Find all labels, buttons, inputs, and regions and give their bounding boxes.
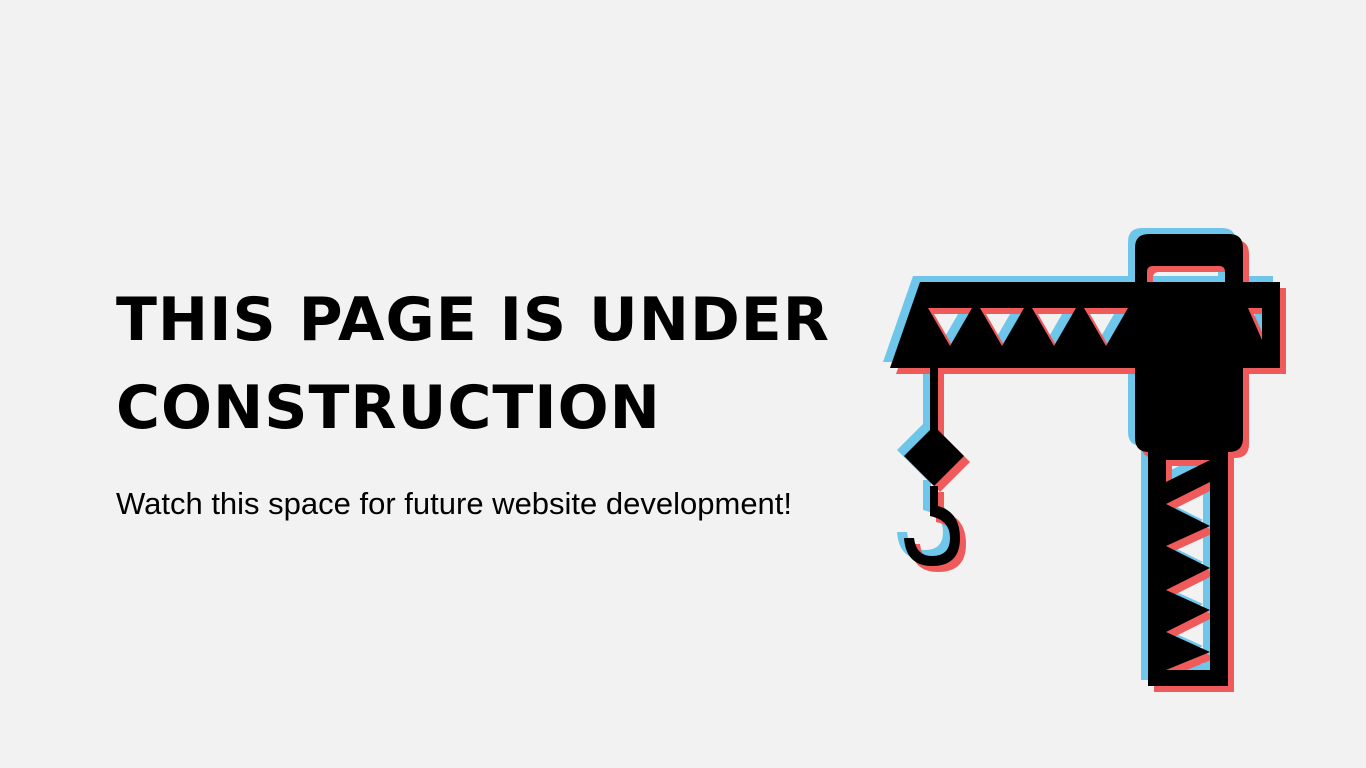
page-title: THIS PAGE IS UNDER CONSTRUCTION	[116, 276, 856, 452]
under-construction-page: THIS PAGE IS UNDER CONSTRUCTION Watch th…	[0, 0, 1366, 768]
page-title-line-2: CONSTRUCTION	[116, 373, 661, 443]
page-subtitle: Watch this space for future website deve…	[116, 486, 793, 521]
page-title-line-1: THIS PAGE IS UNDER	[116, 285, 830, 355]
crane-icon	[883, 228, 1286, 692]
